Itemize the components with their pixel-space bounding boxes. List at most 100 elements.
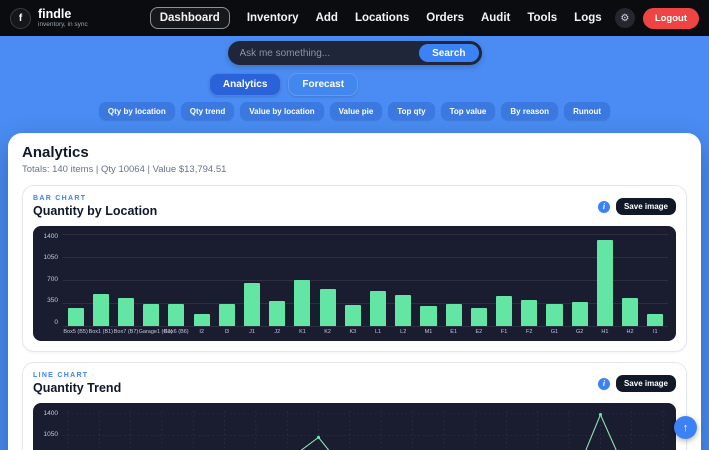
filter-value-by-location[interactable]: Value by location <box>240 102 324 120</box>
hero-section: Search Analytics Forecast Qty by location… <box>0 41 709 120</box>
tab-forecast[interactable]: Forecast <box>288 73 359 96</box>
y-tick-label: 0 <box>54 318 58 326</box>
bar-chart-canvas: 1400 1050 700 350 0 Box5 (B5) Box1 (B1) Box7 (… <box>33 226 676 341</box>
x-tick-label: Box1 (B1) <box>88 329 114 335</box>
logout-button[interactable]: Logout <box>642 7 699 29</box>
x-tick-label: H2 <box>626 329 634 335</box>
filter-by-reason[interactable]: By reason <box>501 102 559 120</box>
info-icon[interactable]: i <box>597 377 610 390</box>
bar-x-labels: Box5 (B5) Box1 (B1) Box7 (B7) Garage1 (G1) B… <box>63 329 668 337</box>
page-title: Analytics <box>22 144 89 161</box>
nav-right: ⚙ Logout <box>614 7 699 29</box>
bar-column <box>517 234 542 326</box>
bar-column <box>265 234 290 326</box>
info-icon[interactable]: i <box>597 200 610 213</box>
x-tick-label: F2 <box>526 329 533 335</box>
bar-l1 <box>369 290 387 326</box>
bar-column <box>63 234 88 326</box>
line-chart-card: LINE CHART Quantity Trend i Save image 1… <box>22 362 687 450</box>
line-chart-title: Quantity Trend <box>33 381 122 395</box>
filter-top-qty[interactable]: Top qty <box>388 102 435 120</box>
x-tick-label: E2 <box>475 329 483 335</box>
x-tick-label: Garage1 (G1) <box>138 329 173 335</box>
nav-item-locations[interactable]: Locations <box>355 12 409 24</box>
bar-box1-b1 <box>92 293 109 326</box>
bar-k2 <box>319 289 336 326</box>
bar-garage1-g1 <box>143 304 160 326</box>
nav-item-tools[interactable]: Tools <box>527 12 557 24</box>
x-tick-label: Box7 (B7) <box>113 329 139 335</box>
bar-column <box>113 234 138 326</box>
line-chart-svg <box>63 411 668 450</box>
brand-logo[interactable]: f <box>10 7 31 29</box>
bar-column <box>365 234 390 326</box>
bar-column <box>340 234 365 326</box>
bar-h2 <box>622 298 639 326</box>
top-navbar: f findle inventory, in sync Dashboard Inv… <box>0 0 709 36</box>
nav-item-inventory[interactable]: Inventory <box>247 12 299 24</box>
bar-column <box>592 234 617 326</box>
filter-qty-by-location[interactable]: Qty by location <box>98 102 175 120</box>
bar-column <box>290 234 315 326</box>
search-button[interactable]: Search <box>419 44 479 62</box>
bar-column <box>491 234 516 326</box>
scroll-to-top-button[interactable]: ↑ <box>674 416 697 439</box>
bar-column <box>164 234 189 326</box>
save-image-button[interactable]: Save image <box>615 198 676 215</box>
bar-f1 <box>495 295 513 326</box>
settings-gear-icon[interactable]: ⚙ <box>614 8 635 28</box>
nav-item-orders[interactable]: Orders <box>426 12 464 24</box>
filter-top-value[interactable]: Top value <box>440 102 496 120</box>
bar-plot-wrap: Box5 (B5) Box1 (B1) Box7 (B7) Garage1 (G1) B… <box>63 234 668 337</box>
filter-runout[interactable]: Runout <box>564 102 611 120</box>
save-image-button[interactable]: Save image <box>615 375 676 392</box>
brand-initial: f <box>18 12 23 24</box>
y-tick-label: 1050 <box>43 431 58 439</box>
y-tick-label: 350 <box>47 297 58 305</box>
nav-item-logs[interactable]: Logs <box>574 12 601 24</box>
x-tick-label: E1 <box>450 329 458 335</box>
bar-column <box>214 234 239 326</box>
bar-e1 <box>445 304 462 326</box>
filter-value-pie[interactable]: Value pie <box>329 102 383 120</box>
brand-text: findle inventory, in sync <box>38 7 88 29</box>
bar-h1 <box>596 239 613 326</box>
y-tick-label: 1400 <box>43 233 58 240</box>
brand-tagline: inventory, in sync <box>38 21 88 28</box>
bar-chart-card: BAR CHART Quantity by Location i Save im… <box>22 185 687 352</box>
line-plot-wrap <box>63 411 668 450</box>
filter-row: Qty by location Qty trend Value by locatio… <box>0 102 709 120</box>
bar-m1 <box>420 306 437 326</box>
nav-items: Dashboard Inventory Add Locations Orders Audi… <box>149 7 615 29</box>
bar-column <box>617 234 642 326</box>
tab-analytics[interactable]: Analytics <box>208 73 282 96</box>
filter-qty-trend[interactable]: Qty trend <box>180 102 235 120</box>
bar-g2 <box>571 301 588 326</box>
bar-chart-actions: i Save image <box>597 198 676 215</box>
line-chart-actions: i Save image <box>597 375 676 392</box>
search-input[interactable] <box>239 47 420 59</box>
bar-i2 <box>193 313 210 326</box>
x-tick-label: K2 <box>324 329 331 335</box>
analytics-panel: Analytics Totals: 140 items | Qty 10064 … <box>8 133 701 450</box>
x-tick-label: G2 <box>575 329 584 335</box>
x-tick-label: J1 <box>249 329 255 335</box>
bar-column <box>315 234 340 326</box>
bar-k1 <box>294 280 311 326</box>
x-tick-label: I2 <box>199 329 204 335</box>
data-point <box>316 435 321 439</box>
line-y-axis: 140010507003500 <box>37 410 63 450</box>
x-tick-label: K3 <box>349 329 357 335</box>
x-tick-label: L1 <box>374 329 382 335</box>
nav-item-add[interactable]: Add <box>316 12 338 24</box>
data-point <box>598 413 603 417</box>
nav-item-dashboard[interactable]: Dashboard <box>149 7 230 29</box>
nav-item-audit[interactable]: Audit <box>481 12 510 24</box>
x-tick-label: K1 <box>299 329 306 335</box>
bar-i3 <box>218 304 235 326</box>
bar-j1 <box>243 283 261 326</box>
bar-i1 <box>647 313 664 326</box>
bar-column <box>567 234 592 326</box>
bar-e2 <box>470 308 487 326</box>
totals-summary: Totals: 140 items | Qty 10064 | Value $1… <box>22 164 227 175</box>
